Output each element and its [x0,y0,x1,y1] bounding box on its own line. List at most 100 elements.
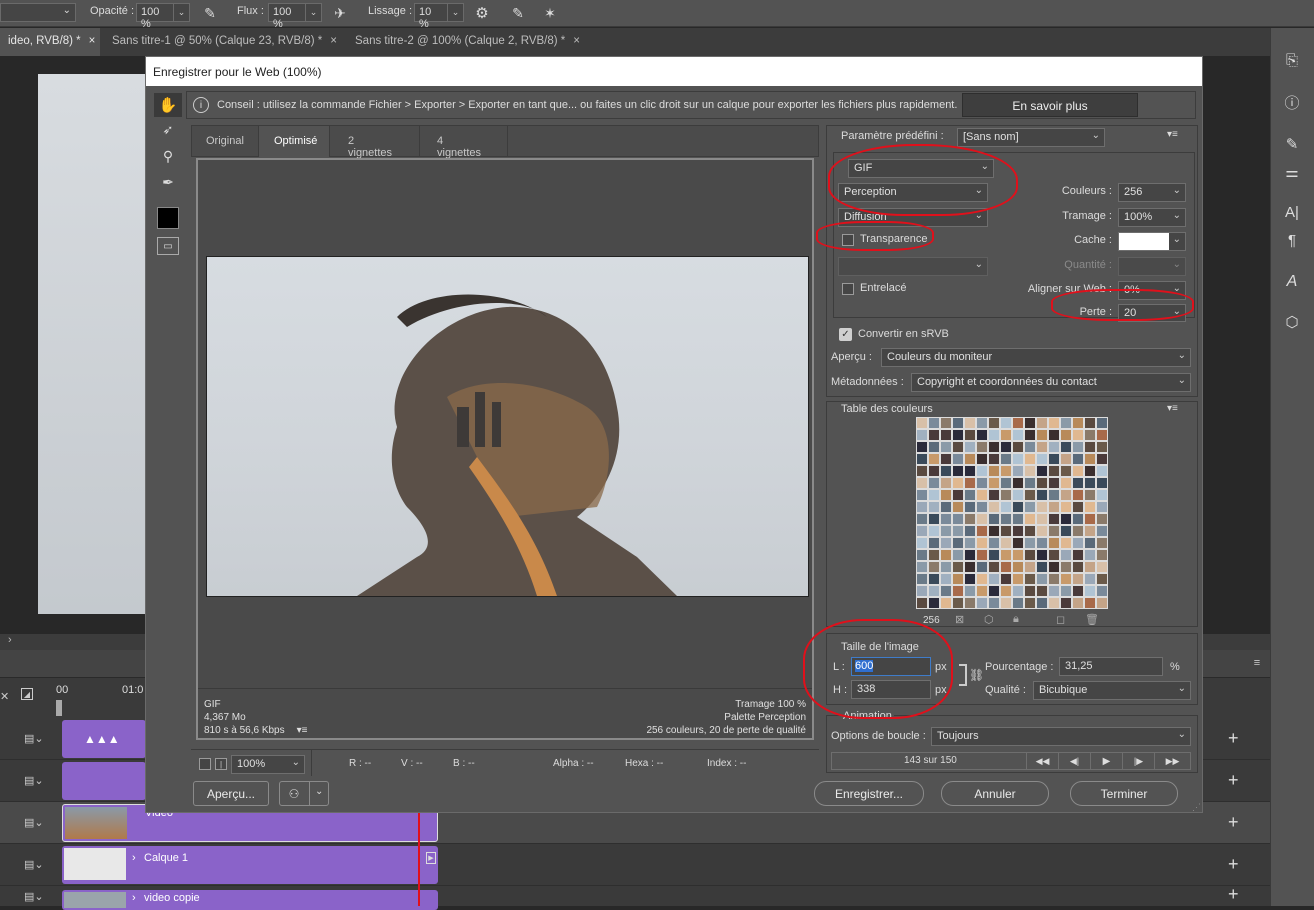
color-swatch[interactable] [1096,585,1108,597]
color-swatch[interactable] [1060,585,1072,597]
color-swatch[interactable] [1024,597,1036,609]
smoothing-field[interactable]: 10 % [414,3,448,30]
color-swatch[interactable] [1060,597,1072,609]
clip-audio[interactable]: ▲▲▲ [62,720,146,758]
loop-options-select[interactable]: Toujours ⌄ [931,727,1191,746]
first-frame-icon[interactable]: ◀◀ [1026,752,1058,770]
color-swatch[interactable] [988,549,1000,561]
color-swatch[interactable] [916,549,928,561]
add-track-button[interactable]: + [1228,728,1239,749]
close-icon[interactable]: × [89,35,96,47]
color-swatch[interactable] [952,561,964,573]
color-swatch[interactable] [928,489,940,501]
color-swatch[interactable] [916,453,928,465]
resample-quality-select[interactable]: Bicubique ⌄ [1033,681,1191,700]
color-swatch[interactable] [940,501,952,513]
history-icon[interactable]: ⎘ [1280,48,1304,72]
color-swatch[interactable] [1000,417,1012,429]
web-shift-icon[interactable]: ⬡ [984,613,994,626]
color-swatch[interactable] [940,465,952,477]
color-swatch[interactable] [1096,525,1108,537]
color-swatch[interactable] [964,513,976,525]
color-swatch[interactable] [916,525,928,537]
color-swatch[interactable] [928,513,940,525]
color-swatch[interactable] [1048,573,1060,585]
color-swatch[interactable] [1096,489,1108,501]
color-swatch[interactable] [1012,597,1024,609]
cancel-button[interactable]: Annuler [941,781,1049,806]
optimize-menu-icon[interactable]: ▾≡ [1167,129,1178,140]
color-swatch[interactable] [1060,513,1072,525]
color-swatch[interactable] [1096,453,1108,465]
color-swatch[interactable] [1072,597,1084,609]
color-swatch[interactable] [1036,597,1048,609]
clip-calque-1[interactable]: › Calque 1 ▶ [62,846,438,884]
color-swatch[interactable] [928,585,940,597]
chain-link-icon[interactable]: ⛓ [969,668,984,682]
color-swatch[interactable] [1000,573,1012,585]
preview-in-browser-button[interactable]: Aperçu... [193,781,269,806]
color-swatch[interactable] [976,465,988,477]
color-swatch[interactable] [976,501,988,513]
color-swatch[interactable] [1096,429,1108,441]
dither-amount-field[interactable]: 100% ⌄ [1118,208,1186,227]
color-swatch[interactable] [964,585,976,597]
character-icon[interactable]: A| [1280,200,1304,224]
color-swatch[interactable] [988,585,1000,597]
percent-field[interactable]: 31,25 [1059,657,1163,676]
color-swatch[interactable] [1060,573,1072,585]
adjustments-icon[interactable]: ⚌ [1280,160,1304,184]
color-swatch[interactable] [964,453,976,465]
chevron-down-icon[interactable]: ⌄ [305,3,322,22]
color-swatch[interactable] [928,525,940,537]
color-swatch[interactable] [1072,489,1084,501]
color-swatch[interactable] [928,549,940,561]
pressure-size-icon[interactable]: ✎ [508,3,528,23]
color-swatch[interactable] [928,561,940,573]
tab-document-sans-titre-1[interactable]: Sans titre-1 @ 50% (Calque 23, RVB/8) * × [104,28,344,56]
color-swatch[interactable] [1084,477,1096,489]
color-swatch[interactable] [952,489,964,501]
color-swatch[interactable] [1036,501,1048,513]
chevron-down-icon[interactable]: ⌄ [173,3,190,22]
color-swatch[interactable] [1096,597,1108,609]
color-swatch[interactable] [976,585,988,597]
save-button[interactable]: Enregistrer... [814,781,924,806]
color-swatch[interactable] [988,537,1000,549]
color-swatch[interactable] [1060,417,1072,429]
color-swatch[interactable] [916,429,928,441]
color-swatch[interactable] [964,537,976,549]
next-frame-icon[interactable]: |▶ [1122,752,1154,770]
preset-select[interactable]: [Sans nom] ⌄ [957,128,1105,147]
close-icon[interactable]: × [573,35,580,47]
film-icon[interactable]: ▤⌄ [24,774,44,787]
color-swatch[interactable] [1036,525,1048,537]
clip-end-icon[interactable]: ▶ [426,852,436,864]
color-swatch[interactable] [940,513,952,525]
color-swatch[interactable] [1084,489,1096,501]
color-swatch[interactable] [1060,453,1072,465]
toggle-slices-icon[interactable]: ▭ [157,237,179,255]
brush-preset-select[interactable]: ⌄ [0,3,76,22]
tab-original[interactable]: Original [192,126,258,156]
color-swatch[interactable] [1096,537,1108,549]
color-swatch[interactable] [1036,537,1048,549]
color-swatch[interactable] [964,465,976,477]
hand-tool-icon[interactable]: ✋ [154,93,182,117]
color-swatch[interactable] [1060,561,1072,573]
color-swatch[interactable] [976,573,988,585]
color-swatch[interactable] [1012,585,1024,597]
color-swatch[interactable] [1024,429,1036,441]
color-swatch[interactable] [1060,429,1072,441]
srgb-checkbox[interactable]: ✓ [839,328,852,341]
eyedropper-icon[interactable]: ✒ [154,171,182,193]
color-swatch[interactable] [1060,525,1072,537]
film-icon[interactable]: ▤⌄ [24,732,44,745]
color-swatch[interactable] [988,525,1000,537]
color-swatch[interactable] [952,585,964,597]
color-swatch[interactable] [1048,561,1060,573]
gear-icon[interactable]: ⚙ [472,3,492,23]
add-track-button[interactable]: + [1228,770,1239,791]
color-swatch[interactable] [1024,549,1036,561]
color-swatch[interactable] [1012,513,1024,525]
